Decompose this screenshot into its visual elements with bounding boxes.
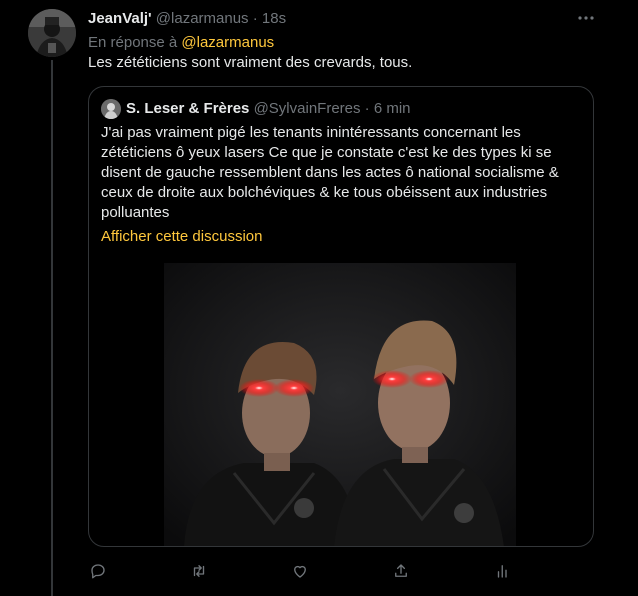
- tweet-text: Les zététiciens sont vraiment des crevar…: [88, 54, 413, 71]
- tweet[interactable]: JeanValj' @lazarmanus · 18s En réponse à…: [0, 0, 638, 596]
- more-icon: [578, 16, 594, 20]
- quote-separator-dot: ·: [364, 100, 370, 117]
- analytics-button[interactable]: [488, 556, 518, 586]
- timestamp[interactable]: 18s: [262, 10, 286, 27]
- more-options-button[interactable]: [574, 8, 598, 28]
- quote-avatar-image: [101, 99, 121, 119]
- reply-icon: [91, 564, 105, 579]
- like-icon: [294, 565, 306, 578]
- avatar-image: [28, 9, 76, 57]
- retweet-button[interactable]: [184, 556, 214, 586]
- thread-line: [51, 60, 53, 596]
- tweet-header: JeanValj' @lazarmanus · 18s: [88, 10, 286, 28]
- share-icon: [395, 564, 407, 577]
- quoted-tweet[interactable]: S. Leser & Frères @SylvainFreres · 6 min…: [88, 86, 594, 547]
- analytics-icon: [497, 565, 507, 578]
- reply-context: En réponse à @lazarmanus: [88, 34, 274, 52]
- retweet-icon: [193, 565, 205, 577]
- reply-prefix: En réponse à: [88, 34, 178, 51]
- tweet-actions: [88, 556, 588, 586]
- handle[interactable]: @lazarmanus: [156, 10, 249, 27]
- quote-handle[interactable]: @SylvainFreres: [254, 100, 361, 117]
- media-photo: [164, 263, 516, 546]
- reply-button[interactable]: [83, 556, 113, 586]
- quote-timestamp[interactable]: 6 min: [374, 100, 411, 117]
- avatar[interactable]: [28, 9, 76, 57]
- reply-handle-link[interactable]: @lazarmanus: [181, 34, 274, 51]
- quote-media-image[interactable]: [164, 263, 516, 546]
- share-button[interactable]: [386, 556, 416, 586]
- quote-text: J'ai pas vraiment pigé les tenants inint…: [101, 124, 559, 221]
- separator-dot: ·: [252, 10, 258, 27]
- display-name[interactable]: JeanValj': [88, 10, 152, 27]
- show-thread-link[interactable]: Afficher cette discussion: [101, 227, 262, 247]
- quote-header: S. Leser & Frères @SylvainFreres · 6 min: [126, 100, 411, 118]
- like-button[interactable]: [285, 556, 315, 586]
- quote-avatar[interactable]: [101, 99, 121, 119]
- quote-display-name[interactable]: S. Leser & Frères: [126, 100, 249, 117]
